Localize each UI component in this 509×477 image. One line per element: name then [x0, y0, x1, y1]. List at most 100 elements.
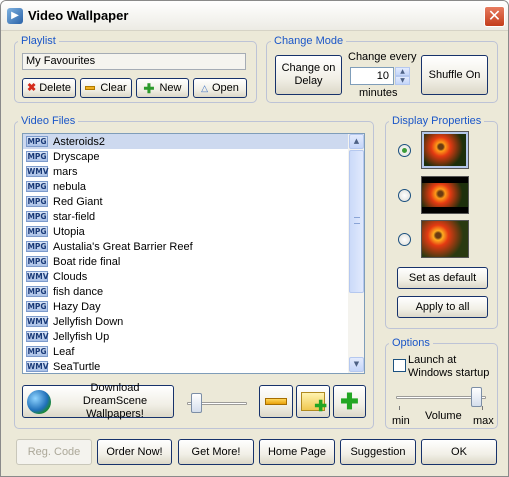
change-every-spinner[interactable]: ▲ ▼: [395, 67, 410, 85]
file-name: star-field: [53, 210, 96, 223]
spin-up-icon[interactable]: ▲: [395, 67, 410, 76]
list-item[interactable]: MPG Red Giant: [23, 194, 348, 209]
file-type-badge: MPG: [26, 346, 48, 357]
video-list-items: MPG Asteroids2 MPG Dryscape WMV mars MPG nebula…: [23, 134, 348, 373]
file-name: Clouds: [53, 270, 88, 283]
file-name: mars: [53, 165, 78, 178]
download-dreamscene-button[interactable]: Download DreamScene Wallpapers!: [22, 382, 174, 420]
display-option-1-radio[interactable]: [398, 144, 411, 157]
file-type-badge: WMV: [26, 166, 49, 177]
title-bar: ▶ Video Wallpaper ✕: [1, 1, 508, 31]
playlist-name-field[interactable]: My Favourites: [22, 53, 246, 70]
clear-icon: [85, 86, 96, 90]
add-folder-button[interactable]: ✚: [296, 385, 330, 418]
order-now-button[interactable]: Order Now!: [97, 439, 172, 465]
suggestion-button[interactable]: Suggestion: [340, 439, 416, 465]
launch-at-startup-checkbox[interactable]: [393, 359, 406, 372]
display-option-3-radio[interactable]: [398, 233, 411, 246]
home-page-button[interactable]: Home Page: [259, 439, 335, 465]
app-icon: ▶: [7, 8, 23, 24]
video-list-scrollbar[interactable]: ▲ ▼: [348, 134, 364, 373]
options-legend: Options: [389, 337, 433, 349]
file-type-badge: WMV: [26, 361, 49, 372]
file-type-badge: MPG: [26, 196, 48, 207]
change-on-delay-button[interactable]: Change on Delay: [275, 55, 342, 95]
list-item[interactable]: MPG fish dance: [23, 284, 348, 299]
file-name: Hazy Day: [53, 300, 101, 313]
list-item[interactable]: MPG nebula: [23, 179, 348, 194]
list-item[interactable]: MPG star-field: [23, 209, 348, 224]
remove-file-button[interactable]: [259, 385, 293, 418]
list-item[interactable]: WMV Jellyfish Down: [23, 314, 348, 329]
volume-max-label: max: [473, 415, 494, 427]
file-type-badge: WMV: [26, 271, 49, 282]
video-files-list[interactable]: MPG Asteroids2 MPG Dryscape WMV mars MPG nebula…: [22, 133, 365, 374]
file-type-badge: MPG: [26, 256, 48, 267]
file-name: Boat ride final: [53, 255, 121, 268]
list-item[interactable]: WMV Clouds: [23, 269, 348, 284]
scroll-down-icon[interactable]: ▼: [349, 357, 364, 372]
set-as-default-button[interactable]: Set as default: [397, 267, 488, 289]
scroll-up-icon[interactable]: ▲: [349, 134, 364, 149]
new-button[interactable]: ✚ New: [136, 78, 189, 98]
list-item[interactable]: MPG Asteroids2: [23, 134, 348, 149]
list-item[interactable]: MPG Austalia's Great Barrier Reef: [23, 239, 348, 254]
file-type-badge: MPG: [26, 151, 48, 162]
clear-button[interactable]: Clear: [80, 78, 132, 98]
shuffle-on-button[interactable]: Shuffle On: [421, 55, 488, 95]
file-type-badge: WMV: [26, 316, 49, 327]
app-window: ▶ Video Wallpaper ✕ Playlist My Favourit…: [0, 0, 509, 477]
download-dreamscene-label: Download DreamScene Wallpapers!: [82, 382, 148, 420]
file-name: Leaf: [53, 345, 75, 358]
video-files-legend: Video Files: [18, 115, 79, 127]
ok-button[interactable]: OK: [421, 439, 497, 465]
list-item[interactable]: MPG Dryscape: [23, 149, 348, 164]
window-title: Video Wallpaper: [28, 8, 129, 23]
scroll-thumb[interactable]: [349, 150, 364, 293]
file-type-badge: MPG: [26, 136, 48, 147]
file-name: Asteroids2: [53, 135, 105, 148]
list-item[interactable]: MPG Hazy Day: [23, 299, 348, 314]
minus-icon: [265, 398, 287, 405]
plus-icon: ✚: [340, 388, 359, 414]
file-name: Utopia: [53, 225, 85, 238]
file-name: Austalia's Great Barrier Reef: [53, 240, 193, 253]
list-item[interactable]: WMV Jellyfish Up: [23, 329, 348, 344]
display-option-2-radio[interactable]: [398, 189, 411, 202]
folder-plus-icon: ✚: [301, 392, 327, 414]
list-item[interactable]: MPG Leaf: [23, 344, 348, 359]
spin-down-icon[interactable]: ▼: [395, 76, 410, 85]
globe-icon: [27, 389, 51, 414]
list-item[interactable]: MPG Boat ride final: [23, 254, 348, 269]
list-item[interactable]: WMV mars: [23, 164, 348, 179]
file-type-badge: WMV: [26, 331, 49, 342]
delete-icon: ✖: [26, 81, 37, 94]
change-every-label: Change every: [348, 51, 417, 63]
open-button[interactable]: △ Open: [193, 78, 247, 98]
delete-button[interactable]: ✖ Delete: [22, 78, 76, 98]
grip-icon: [354, 217, 360, 224]
close-button[interactable]: ✕: [484, 6, 505, 27]
list-slider-thumb[interactable]: [191, 393, 202, 413]
display-option-1-thumbnail[interactable]: [421, 131, 469, 169]
volume-slider-thumb[interactable]: [470, 387, 482, 407]
display-option-3-thumbnail[interactable]: [421, 220, 469, 258]
delete-label: Delete: [39, 81, 71, 94]
apply-to-all-button[interactable]: Apply to all: [397, 296, 488, 318]
file-name: Red Giant: [53, 195, 103, 208]
display-option-2-thumbnail[interactable]: [421, 176, 469, 214]
file-name: Jellyfish Up: [53, 330, 110, 343]
file-name: fish dance: [53, 285, 104, 298]
change-every-input[interactable]: 10: [350, 67, 394, 85]
reg-code-button[interactable]: Reg. Code: [16, 439, 92, 465]
file-type-badge: MPG: [26, 301, 48, 312]
add-file-button[interactable]: ✚: [333, 385, 366, 418]
volume-label: Volume: [425, 410, 462, 422]
volume-min-label: min: [392, 415, 410, 427]
get-more-button[interactable]: Get More!: [178, 439, 254, 465]
list-item[interactable]: WMV SeaTurtle: [23, 359, 348, 373]
file-type-badge: MPG: [26, 241, 48, 252]
file-name: Jellyfish Down: [53, 315, 124, 328]
new-icon: ✚: [143, 80, 155, 96]
list-item[interactable]: MPG Utopia: [23, 224, 348, 239]
